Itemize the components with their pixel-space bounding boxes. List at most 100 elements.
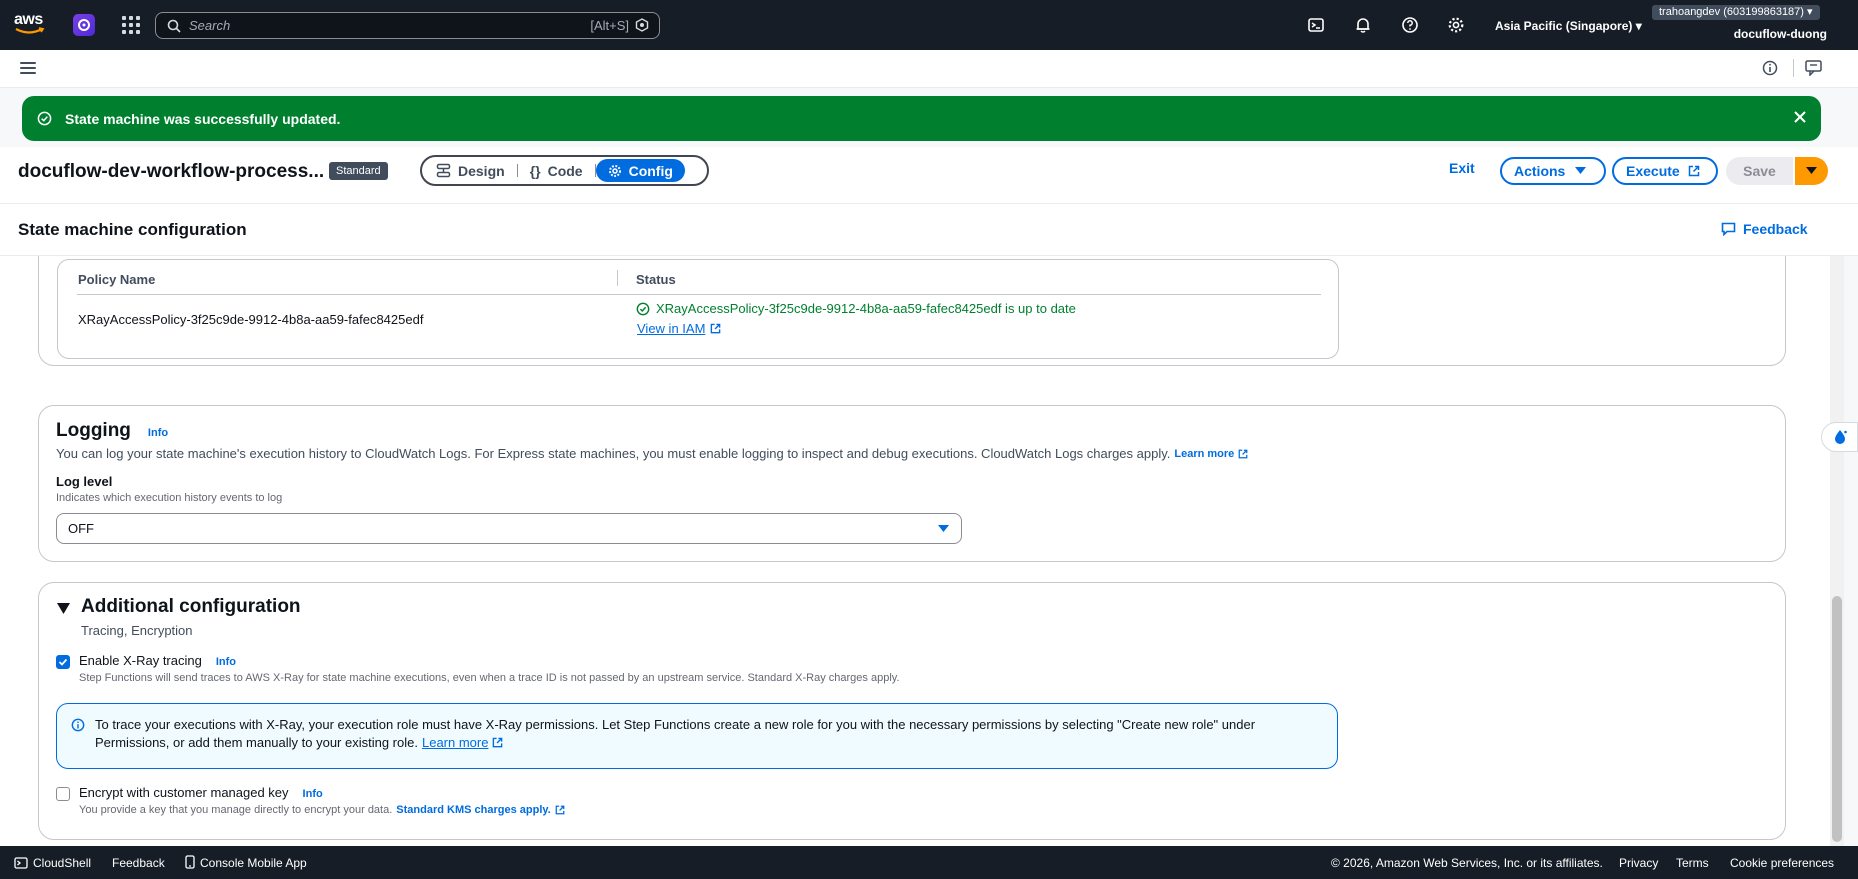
xray-info-alert: To trace your executions with X-Ray, you…: [56, 703, 1338, 769]
footer-cookie-preferences-link[interactable]: Cookie preferences: [1730, 856, 1834, 870]
page-title: docuflow-dev-workflow-process...: [18, 161, 325, 182]
external-link-icon: [1238, 449, 1248, 458]
feedback-button[interactable]: Feedback: [1721, 221, 1808, 237]
step-functions-app-icon[interactable]: [73, 14, 95, 36]
footer-terms-link[interactable]: Terms: [1676, 856, 1709, 870]
feedback-panel-icon[interactable]: [1805, 60, 1822, 76]
type-badge: Standard: [329, 162, 388, 180]
log-level-select[interactable]: OFF: [56, 513, 962, 544]
kms-label[interactable]: Encrypt with customer managed key: [79, 785, 289, 800]
footer-cloudshell-link[interactable]: CloudShell: [33, 856, 91, 870]
secondary-toolbar: [0, 50, 1858, 88]
help-icon[interactable]: [1401, 16, 1419, 34]
view-in-iam-label: View in IAM: [637, 321, 706, 336]
policy-name-cell: XRayAccessPolicy-3f25c9de-9912-4b8a-aa59…: [78, 312, 424, 327]
region-selector[interactable]: Asia Pacific (Singapore) ▾: [1495, 19, 1642, 33]
footer-copyright: © 2026, Amazon Web Services, Inc. or its…: [1331, 856, 1603, 870]
notifications-bell-icon[interactable]: [1354, 16, 1372, 34]
caret-down-icon: [1575, 167, 1587, 174]
content-scrollbar[interactable]: [1830, 256, 1844, 846]
footer-mobile-app-link[interactable]: Console Mobile App: [200, 856, 307, 870]
search-icon: [167, 19, 181, 33]
save-split-button: Save: [1726, 157, 1828, 185]
checkmark-icon: [58, 658, 68, 666]
scrollbar-thumb[interactable]: [1832, 596, 1842, 842]
search-bar[interactable]: [Alt+S]: [155, 12, 660, 39]
log-level-label: Log level: [56, 474, 113, 489]
column-header-status: Status: [636, 272, 676, 287]
cloudshell-icon[interactable]: [14, 856, 28, 870]
policy-status: XRayAccessPolicy-3f25c9de-9912-4b8a-aa59…: [636, 301, 1076, 316]
save-dropdown-button[interactable]: [1795, 157, 1828, 185]
search-input[interactable]: [189, 18, 569, 33]
mode-segmented-control: Design {} Code Config: [420, 155, 709, 186]
logging-learn-more-link[interactable]: Learn more: [1174, 448, 1234, 460]
kms-charges-link[interactable]: Standard KMS charges apply.: [396, 804, 550, 816]
log-level-description: Indicates which execution history events…: [56, 492, 283, 504]
execute-label: Execute: [1626, 163, 1680, 179]
policy-status-text: XRayAccessPolicy-3f25c9de-9912-4b8a-aa59…: [656, 301, 1076, 316]
amazon-q-icon[interactable]: [635, 18, 649, 32]
external-link-icon: [711, 323, 721, 334]
alert-learn-more-link[interactable]: Learn more: [422, 735, 488, 750]
footer-privacy-link[interactable]: Privacy: [1619, 856, 1658, 870]
tab-code-label: Code: [547, 162, 583, 179]
user-name[interactable]: docuflow-duong: [1734, 27, 1827, 41]
expand-caret-down-icon[interactable]: [57, 603, 70, 614]
caret-down-icon: [1806, 167, 1817, 174]
tab-config[interactable]: Config: [595, 159, 685, 182]
permissions-panel: Policy Name Status XRayAccessPolicy-3f25…: [38, 256, 1786, 366]
cloudshell-icon[interactable]: [1307, 16, 1325, 34]
xray-info-link[interactable]: Info: [216, 656, 236, 668]
kms-info-link[interactable]: Info: [303, 788, 323, 800]
actions-button[interactable]: Actions: [1500, 157, 1606, 185]
state-machine-header: docuflow-dev-workflow-process... Standar…: [0, 147, 1858, 204]
save-button[interactable]: Save: [1726, 157, 1793, 185]
aws-logo[interactable]: aws: [14, 12, 48, 38]
kms-encryption-checkbox[interactable]: [56, 787, 70, 801]
xray-tracing-checkbox[interactable]: [56, 655, 70, 669]
logging-panel: Logging Info You can log your state mach…: [38, 405, 1786, 562]
external-link-icon: [493, 737, 503, 748]
code-braces-icon: {}: [529, 162, 541, 179]
dismiss-close-icon[interactable]: [1793, 110, 1807, 124]
xray-description: Step Functions will send traces to AWS X…: [79, 672, 900, 684]
xray-tracing-label[interactable]: Enable X-Ray tracing: [79, 653, 202, 668]
services-grid-icon[interactable]: [122, 16, 140, 34]
flash-message: State machine was successfully updated.: [65, 110, 341, 127]
design-icon: [436, 163, 451, 178]
console-footer: CloudShell Feedback Console Mobile App ©…: [0, 846, 1858, 879]
execute-button[interactable]: Execute: [1612, 157, 1718, 185]
kms-description: You provide a key that you manage direct…: [79, 804, 393, 816]
tab-code[interactable]: {} Code: [518, 159, 595, 182]
additional-config-subtitle: Tracing, Encryption: [81, 623, 193, 638]
feedback-label: Feedback: [1743, 221, 1808, 237]
column-header-policy-name: Policy Name: [78, 272, 156, 287]
info-panel-icon[interactable]: [1762, 60, 1778, 76]
alert-text-line1: To trace your executions with X-Ray, you…: [95, 717, 1256, 732]
menu-hamburger-icon[interactable]: [20, 62, 36, 74]
assistant-floating-icon[interactable]: [1821, 422, 1858, 452]
config-section-header: State machine configuration Feedback: [0, 204, 1858, 256]
success-check-icon: [636, 302, 650, 315]
section-title: State machine configuration: [18, 220, 247, 239]
external-link-icon: [1688, 165, 1699, 177]
view-in-iam-link[interactable]: View in IAM: [637, 321, 721, 336]
tab-config-label: Config: [628, 162, 673, 179]
additional-config-title[interactable]: Additional configuration: [81, 596, 301, 618]
additional-config-panel: Additional configuration Tracing, Encryp…: [38, 582, 1786, 840]
footer-feedback-link[interactable]: Feedback: [112, 856, 165, 870]
logging-title: Logging: [56, 420, 131, 441]
account-menu[interactable]: trahoangdev (603199863187) ▾: [1652, 5, 1820, 20]
success-check-icon: [37, 111, 52, 126]
config-content: Policy Name Status XRayAccessPolicy-3f25…: [0, 256, 1830, 846]
exit-button[interactable]: Exit: [1449, 160, 1475, 176]
log-level-value: OFF: [68, 521, 94, 536]
mobile-phone-icon: [185, 855, 195, 869]
success-flash-banner: State machine was successfully updated.: [22, 96, 1821, 141]
logging-info-link[interactable]: Info: [148, 427, 168, 439]
tab-design[interactable]: Design: [424, 159, 517, 182]
settings-gear-icon[interactable]: [1447, 16, 1465, 34]
logging-description: You can log your state machine's executi…: [56, 446, 1171, 461]
feedback-speech-icon: [1721, 222, 1736, 236]
